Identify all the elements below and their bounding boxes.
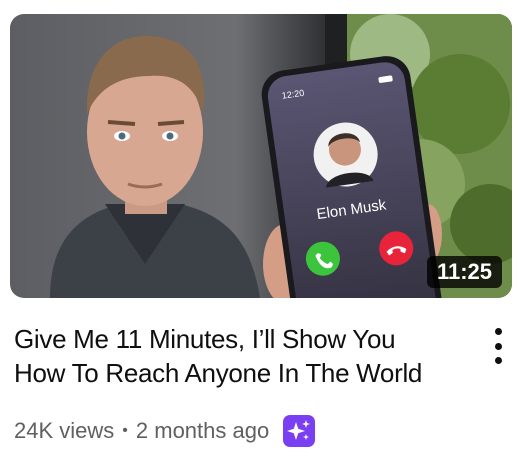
upload-age: 2 months ago bbox=[135, 418, 270, 443]
video-card[interactable]: 12:20 Elon Musk 11:25 Give Me 11 Minutes… bbox=[0, 0, 524, 456]
more-options-button[interactable] bbox=[486, 328, 510, 364]
view-count: 24K views bbox=[14, 418, 115, 443]
video-title[interactable]: Give Me 11 Minutes, I’ll Show You How To… bbox=[14, 322, 464, 390]
ai-summary-badge[interactable] bbox=[283, 415, 316, 447]
meta-separator: • bbox=[122, 422, 128, 439]
video-title-line-2: How To Reach Anyone In The World bbox=[14, 358, 423, 388]
video-thumbnail[interactable]: 12:20 Elon Musk 11:25 bbox=[10, 14, 512, 298]
vertical-dots-icon bbox=[494, 328, 502, 364]
video-duration: 11:25 bbox=[426, 256, 502, 288]
video-title-line-1: Give Me 11 Minutes, I’ll Show You bbox=[14, 324, 396, 354]
video-metadata: 24K views • 2 months ago bbox=[14, 414, 316, 448]
sparkle-icon bbox=[287, 420, 311, 440]
